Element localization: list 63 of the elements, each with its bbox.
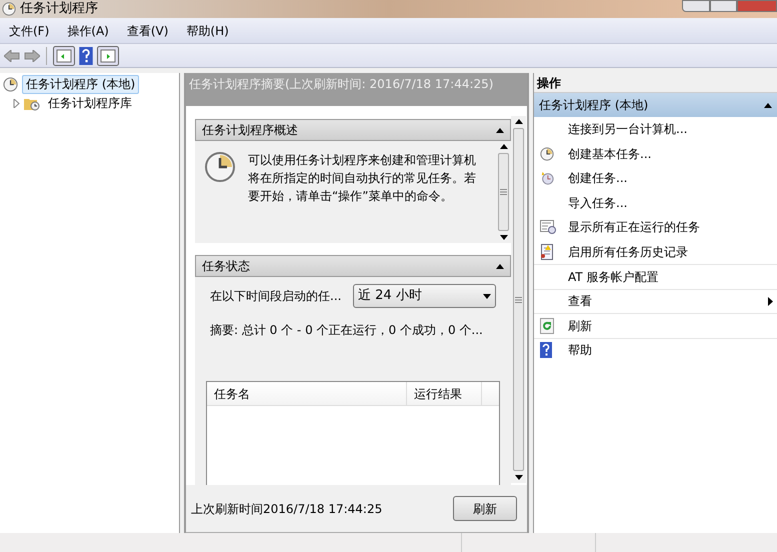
- action-item[interactable]: 连接到另一台计算机...: [534, 117, 777, 142]
- action-item[interactable]: 刷新: [534, 313, 777, 338]
- overview-text: 可以使用任务计划程序来创建和管理计算机将在所指定的时间自动执行的常见任务。若要开始，请单击“操作”菜单中的命令。: [248, 152, 477, 205]
- maximize-button[interactable]: [710, 0, 737, 12]
- menu-item[interactable]: 帮助(H): [177, 22, 238, 40]
- action-item[interactable]: 启用所有任务历史记录: [534, 240, 777, 264]
- back-arrow-icon[interactable]: [4, 50, 20, 62]
- clock-icon: [3, 77, 18, 92]
- menu-item[interactable]: 文件(F): [0, 22, 58, 40]
- collapse-icon[interactable]: [496, 128, 504, 132]
- section-header[interactable]: 任务计划程序概述: [195, 119, 511, 141]
- grip-icon: [515, 296, 522, 302]
- action-item[interactable]: 显示所有正在运行的任务: [534, 215, 777, 240]
- section-title: 任务计划程序概述: [202, 122, 298, 139]
- column-header[interactable]: 任务名: [207, 382, 407, 405]
- status-summary: 摘要: 总计 0 个 - 0 个正在运行，0 个成功，0 个...: [210, 322, 484, 339]
- app-clock-icon: [2, 2, 16, 16]
- action-item[interactable]: AT 服务帐户配置: [534, 264, 777, 288]
- scroll-down-icon[interactable]: [500, 235, 508, 240]
- minimize-button[interactable]: [682, 0, 710, 12]
- scroll-up-icon[interactable]: [514, 119, 522, 124]
- clock-icon: [204, 151, 236, 183]
- expand-arrow-icon[interactable]: [13, 99, 20, 108]
- action-item[interactable]: 创建任务...: [534, 166, 777, 190]
- panel-toggle-icon[interactable]: [53, 46, 75, 66]
- scroll-up-icon[interactable]: [500, 144, 508, 149]
- action-item[interactable]: 创建基本任务...: [534, 142, 777, 166]
- collapse-icon[interactable]: [496, 264, 504, 268]
- column-header[interactable]: 运行结果: [407, 382, 482, 405]
- last-refresh-text: 上次刷新时间2016/7/18 17:44:25: [191, 500, 382, 518]
- grip-icon: [500, 189, 507, 195]
- menu-item[interactable]: 操作(A): [58, 22, 118, 40]
- panel-toggle-icon[interactable]: [97, 46, 119, 66]
- action-item[interactable]: 导入任务...: [534, 190, 777, 215]
- dropdown-arrow-icon[interactable]: [483, 294, 491, 298]
- scrollbar[interactable]: [511, 116, 526, 483]
- task-list-icon: [540, 220, 556, 234]
- actions-section-header[interactable]: 任务计划程序 (本地): [534, 93, 777, 117]
- collapse-icon[interactable]: [764, 102, 772, 108]
- tree-item[interactable]: 任务计划程序库: [44, 94, 136, 113]
- scrollbar[interactable]: [496, 141, 511, 243]
- forward-arrow-icon[interactable]: [24, 50, 40, 62]
- action-item[interactable]: 帮助: [534, 338, 777, 362]
- section-title: 任务状态: [202, 258, 250, 275]
- period-label: 在以下时间段启动的任...: [210, 288, 342, 305]
- submenu-arrow-icon: [768, 296, 773, 306]
- section-header[interactable]: 任务状态: [195, 255, 511, 277]
- actions-title: 操作: [534, 73, 777, 93]
- period-dropdown[interactable]: 近 24 小时: [353, 284, 496, 308]
- scroll-down-icon[interactable]: [514, 475, 522, 480]
- refresh-icon: [540, 318, 554, 334]
- tree-item[interactable]: 任务计划程序 (本地): [22, 75, 140, 94]
- window-title: 任务计划程序: [20, 0, 98, 18]
- help-icon[interactable]: [79, 46, 93, 64]
- folder-clock-icon: [24, 96, 40, 110]
- clock-icon: [540, 146, 554, 161]
- refresh-button[interactable]: 刷新: [453, 496, 517, 521]
- summary-header: 任务计划程序摘要(上次刷新时间: 2016/7/18 17:44:25): [186, 73, 527, 106]
- clock-icon: [540, 171, 554, 186]
- log-icon: [540, 244, 554, 260]
- help-icon: [540, 342, 552, 358]
- menu-item[interactable]: 查看(V): [118, 22, 178, 40]
- action-item[interactable]: 查看: [534, 288, 777, 313]
